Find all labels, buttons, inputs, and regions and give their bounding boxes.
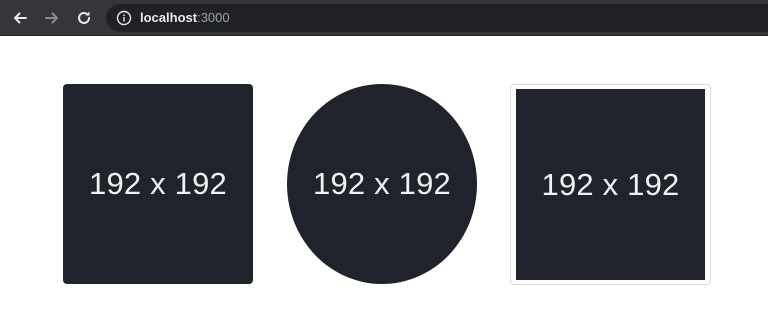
- placeholder-image-circle: 192 x 192: [287, 84, 477, 284]
- url-host: localhost: [140, 10, 198, 25]
- address-bar[interactable]: localhost:3000: [106, 4, 768, 32]
- url-port: :3000: [197, 10, 230, 25]
- arrow-right-icon: [45, 12, 58, 24]
- placeholder-image-inner: 192 x 192: [516, 89, 705, 280]
- reload-button[interactable]: [72, 6, 96, 30]
- page-content: 192 x 192 192 x 192 192 x 192: [0, 37, 768, 320]
- forward-button[interactable]: [40, 6, 64, 30]
- browser-toolbar: localhost:3000: [0, 0, 768, 36]
- placeholder-label: 192 x 192: [89, 166, 227, 201]
- info-icon[interactable]: [116, 10, 132, 26]
- placeholder-label: 192 x 192: [541, 166, 680, 202]
- placeholder-label: 192 x 192: [313, 166, 451, 201]
- back-button[interactable]: [8, 6, 32, 30]
- placeholder-image-rounded: 192 x 192: [63, 84, 253, 284]
- reload-icon: [78, 11, 90, 24]
- url-text[interactable]: localhost:3000: [140, 4, 230, 32]
- arrow-left-icon: [14, 12, 27, 24]
- placeholder-image-framed: 192 x 192: [510, 84, 711, 285]
